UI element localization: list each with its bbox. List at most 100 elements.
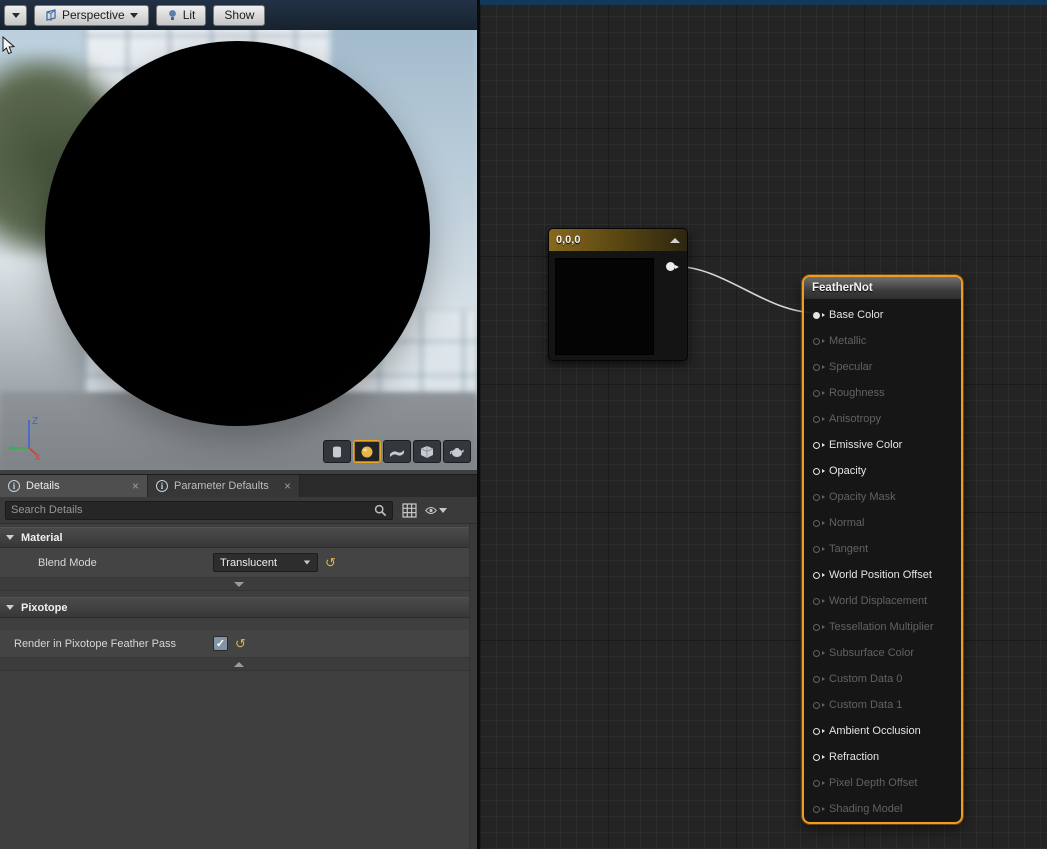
perspective-label: Perspective [62, 8, 125, 22]
cylinder-icon [330, 445, 344, 459]
lit-icon [167, 9, 178, 21]
pin-refraction[interactable]: Refraction [813, 744, 961, 770]
collapse-triangle-icon[interactable] [670, 238, 680, 243]
feather-pass-label: Render in Pixotope Feather Pass [14, 638, 213, 650]
tab-label: Parameter Defaults [174, 480, 269, 492]
material-preview-viewport[interactable]: Perspective Lit Show Z [0, 0, 477, 470]
search-icon [374, 504, 387, 517]
details-tabbar: i Details × i Parameter Defaults × [0, 474, 477, 497]
node-title: FeatherNot [812, 282, 873, 294]
perspective-button[interactable]: Perspective [34, 5, 149, 26]
pin-emissive-color[interactable]: Emissive Color [813, 432, 961, 458]
pin-ambient-occlusion[interactable]: Ambient Occlusion [813, 718, 961, 744]
pin-circle-icon [813, 520, 820, 527]
feather-pass-checkbox[interactable] [213, 636, 228, 651]
pin-circle-icon [813, 754, 820, 761]
preview-shape-teapot-button[interactable] [443, 440, 471, 463]
preview-shape-sphere-button[interactable] [353, 440, 381, 463]
preview-shape-plane-button[interactable] [383, 440, 411, 463]
info-icon: i [156, 480, 168, 492]
close-icon[interactable]: × [132, 480, 139, 492]
material-input-pins: Base Color Metallic Specular Roughness A… [804, 299, 961, 822]
grid-view-button[interactable] [398, 500, 420, 520]
pin-specular[interactable]: Specular [813, 354, 961, 380]
svg-text:x: x [35, 452, 40, 460]
section-header-pixotope[interactable]: Pixotope [0, 597, 477, 618]
left-panel: Perspective Lit Show Z [0, 0, 477, 849]
blend-mode-value: Translucent [220, 557, 277, 569]
svg-text:Z: Z [32, 416, 38, 427]
pin-circle-icon [813, 364, 820, 371]
pin-tessellation-multiplier[interactable]: Tessellation Multiplier [813, 614, 961, 640]
eye-icon [425, 505, 437, 516]
pin-roughness[interactable]: Roughness [813, 380, 961, 406]
pin-circle-icon [813, 494, 820, 501]
blend-mode-dropdown[interactable]: Translucent [213, 553, 318, 572]
section-title: Material [21, 532, 63, 544]
lit-button[interactable]: Lit [156, 5, 207, 26]
pin-circle-icon [813, 806, 820, 813]
pin-circle-icon [813, 780, 820, 787]
material-output-node[interactable]: FeatherNot Base Color Metallic Specular … [802, 275, 963, 824]
pin-circle-icon [813, 728, 820, 735]
pin-circle-icon [813, 546, 820, 553]
reset-to-default-icon[interactable]: ↺ [235, 637, 246, 650]
pin-circle-icon [813, 624, 820, 631]
pin-custom-data-0[interactable]: Custom Data 0 [813, 666, 961, 692]
node-header[interactable]: 0,0,0 [549, 229, 687, 251]
reset-to-default-icon[interactable]: ↺ [325, 556, 336, 569]
viewport-options-button[interactable] [4, 5, 27, 26]
section-header-material[interactable]: Material [0, 527, 477, 548]
pin-subsurface-color[interactable]: Subsurface Color [813, 640, 961, 666]
perspective-icon [45, 9, 57, 21]
visibility-filter-button[interactable] [425, 500, 447, 520]
preview-sphere-mesh [45, 41, 430, 426]
constant-color-node[interactable]: 0,0,0 [548, 228, 688, 361]
details-scrollbar[interactable] [469, 524, 477, 849]
connection-wire [672, 266, 818, 313]
cube-icon [420, 445, 434, 459]
section-splitter[interactable] [0, 578, 477, 591]
section-title: Pixotope [21, 602, 67, 614]
tab-details[interactable]: i Details × [0, 475, 148, 497]
color-preview-swatch [555, 258, 654, 355]
details-search-row [0, 497, 477, 524]
info-icon: i [8, 480, 20, 492]
pin-opacity-mask[interactable]: Opacity Mask [813, 484, 961, 510]
pin-metallic[interactable]: Metallic [813, 328, 961, 354]
pin-tangent[interactable]: Tangent [813, 536, 961, 562]
pin-circle-icon [813, 390, 820, 397]
pin-base-color[interactable]: Base Color [813, 302, 961, 328]
axis-gizmo: Z x [3, 408, 49, 465]
chevron-down-icon [130, 13, 138, 18]
chevron-down-icon [12, 13, 20, 18]
preview-shape-cube-button[interactable] [413, 440, 441, 463]
node-header[interactable]: FeatherNot [804, 277, 961, 299]
preview-shape-cylinder-button[interactable] [323, 440, 351, 463]
pin-opacity[interactable]: Opacity [813, 458, 961, 484]
grid-view-icon [402, 503, 417, 518]
search-input[interactable] [11, 504, 374, 516]
pin-circle-icon [813, 598, 820, 605]
pin-world-displacement[interactable]: World Displacement [813, 588, 961, 614]
section-splitter[interactable] [0, 658, 477, 671]
preview-shape-buttons [323, 440, 471, 463]
chevron-down-icon [439, 508, 447, 513]
teapot-icon [449, 445, 465, 458]
material-graph-canvas[interactable]: 0,0,0 FeatherNot Base Color Metallic Spe… [480, 0, 1047, 849]
pin-pixel-depth-offset[interactable]: Pixel Depth Offset [813, 770, 961, 796]
close-icon[interactable]: × [284, 480, 291, 492]
show-button[interactable]: Show [213, 5, 265, 26]
output-pin[interactable] [666, 262, 675, 271]
pin-anisotropy[interactable]: Anisotropy [813, 406, 961, 432]
pin-shading-model[interactable]: Shading Model [813, 796, 961, 822]
pin-custom-data-1[interactable]: Custom Data 1 [813, 692, 961, 718]
feather-pass-row: Render in Pixotope Feather Pass ↺ [0, 630, 477, 658]
pin-world-position-offset[interactable]: World Position Offset [813, 562, 961, 588]
pin-normal[interactable]: Normal [813, 510, 961, 536]
blend-mode-row: Blend Mode Translucent ↺ [0, 548, 477, 578]
tab-label: Details [26, 480, 60, 492]
tab-parameter-defaults[interactable]: i Parameter Defaults × [148, 475, 300, 497]
blend-mode-label: Blend Mode [38, 557, 213, 569]
triangle-down-icon [234, 582, 244, 587]
